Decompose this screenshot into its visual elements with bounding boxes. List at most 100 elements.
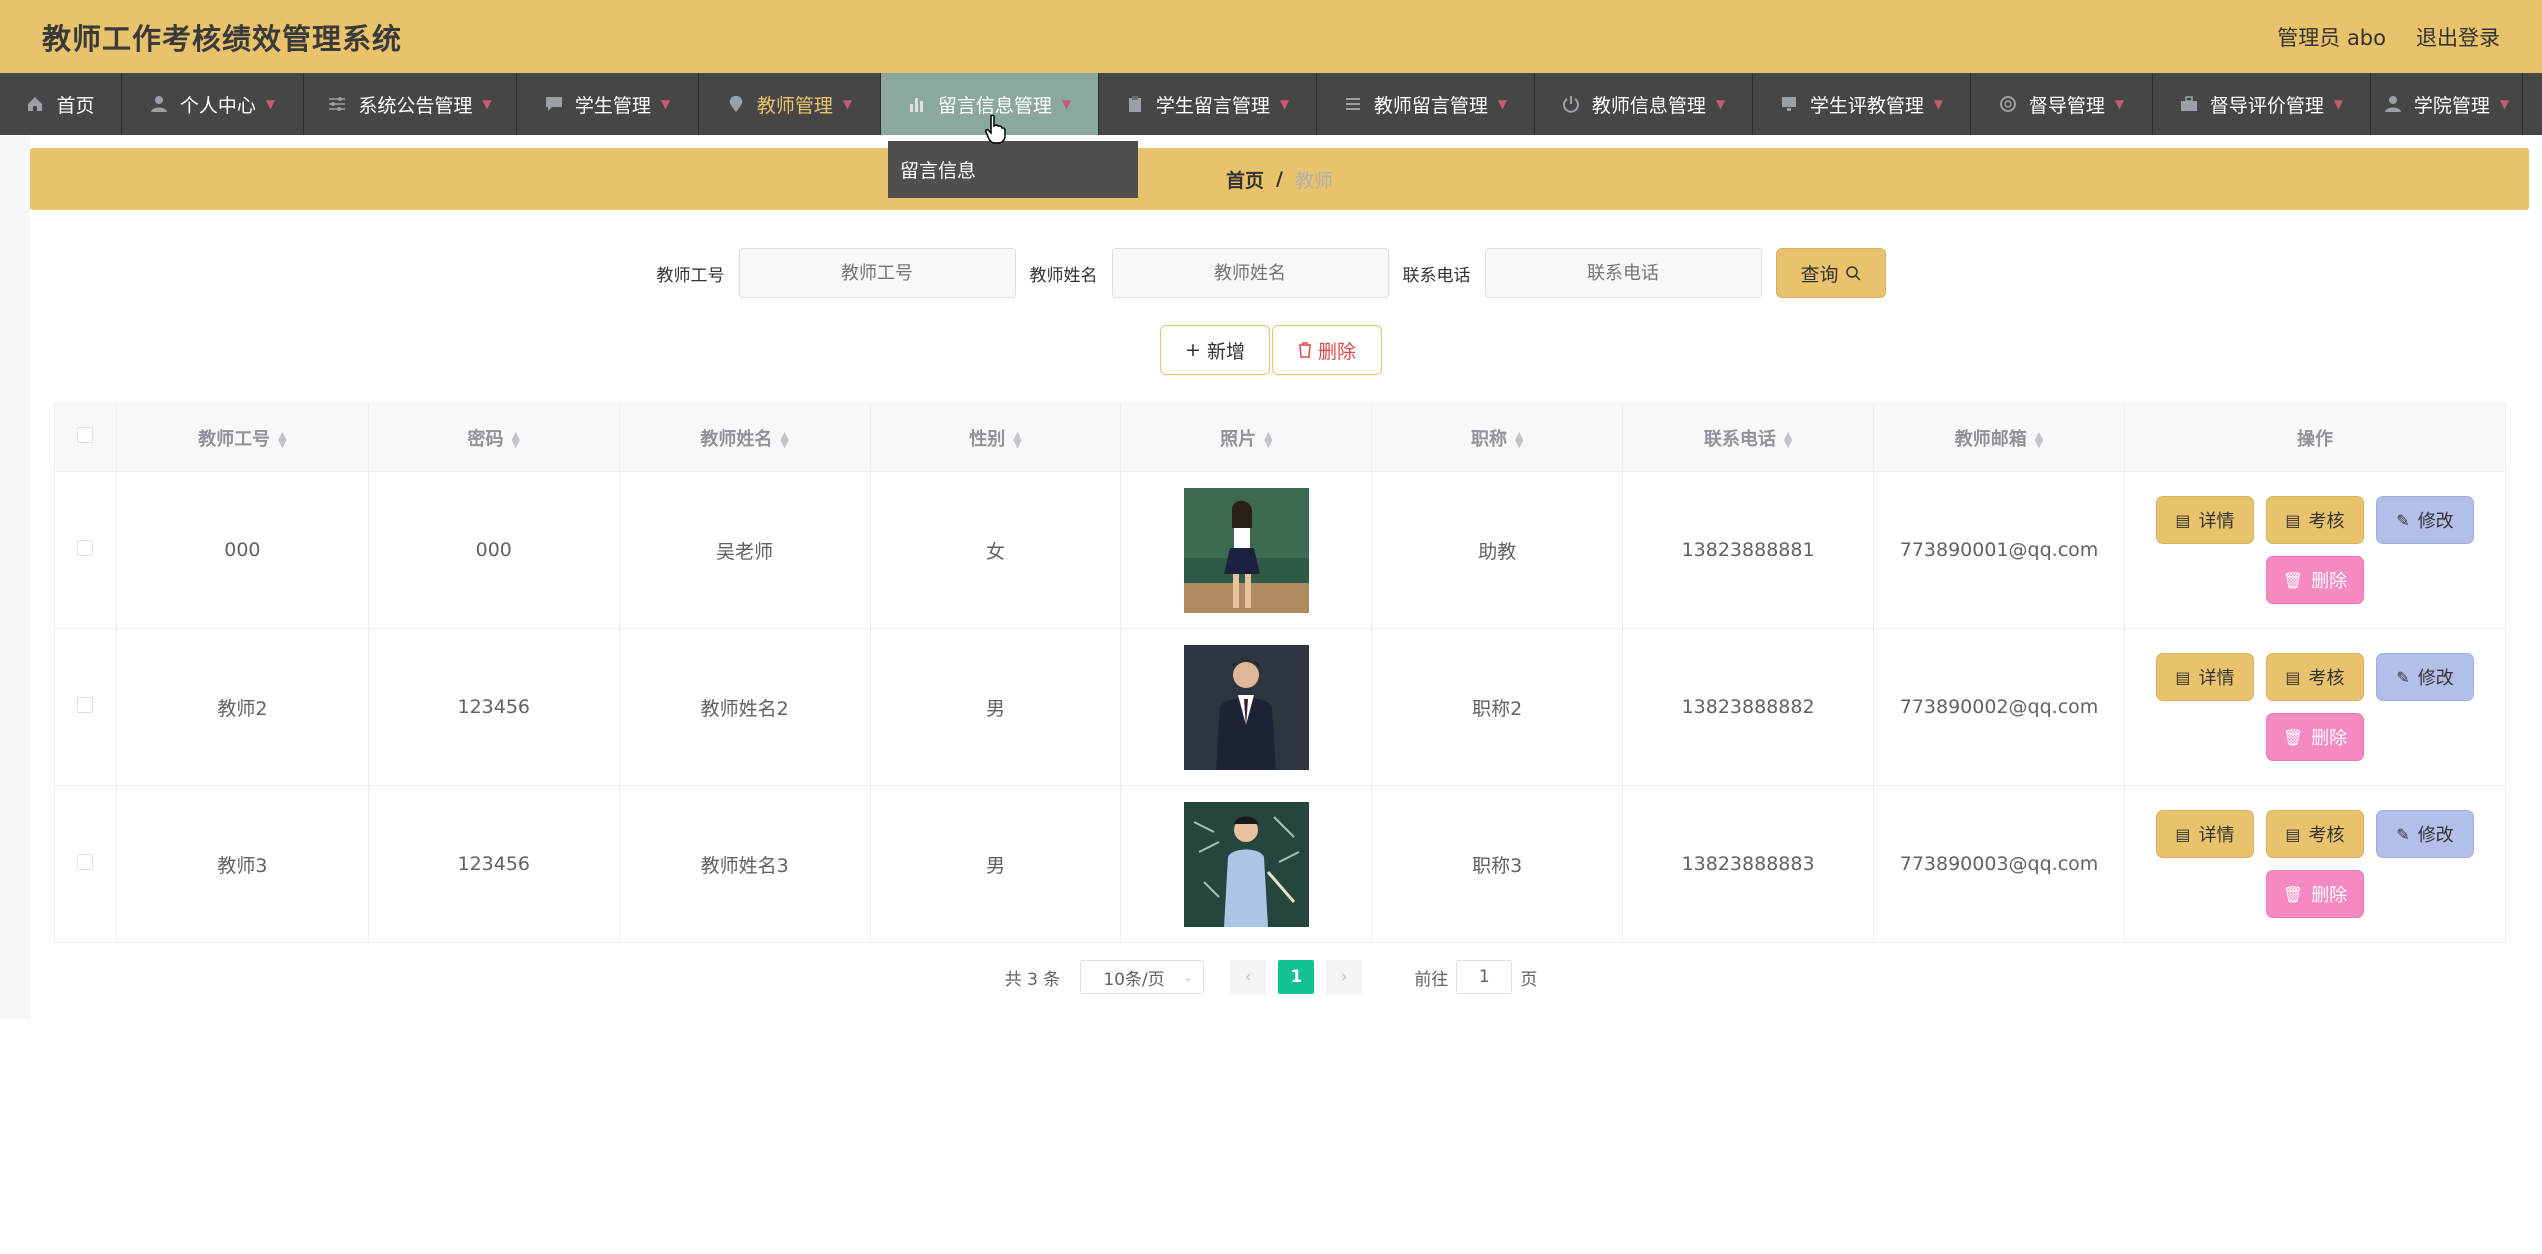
row-checkbox[interactable]	[77, 697, 94, 713]
teacher-photo[interactable]	[1183, 644, 1309, 770]
chevron-down-icon: ▼	[2333, 97, 2344, 111]
nav-item-teacher[interactable]: 教师管理 ▼	[699, 73, 881, 135]
nav-item-teacher-info[interactable]: 教师信息管理 ▼	[1535, 73, 1753, 135]
column-header-title[interactable]: 职称 ▲ ▼	[1371, 403, 1624, 472]
sort-icon[interactable]: ▲ ▼	[1784, 430, 1792, 449]
chevron-down-icon: ▼	[660, 97, 671, 111]
chevron-down-icon: ▼	[1497, 97, 1508, 111]
nav-item-announcement[interactable]: 系统公告管理 ▼	[304, 73, 517, 135]
nav-item-college[interactable]: 学院管理 ▼	[2371, 73, 2523, 135]
nav-item-supervisor[interactable]: 督导管理 ▼	[1971, 73, 2153, 135]
column-header-gender[interactable]: 性别 ▲ ▼	[869, 403, 1122, 472]
sort-icon[interactable]: ▲ ▼	[278, 430, 286, 449]
select-all-cell[interactable]	[54, 403, 117, 472]
sort-icon[interactable]: ▲ ▼	[780, 430, 788, 449]
search-button[interactable]: 查询	[1775, 248, 1886, 298]
add-button[interactable]: + 新增	[1160, 325, 1270, 375]
row-select-cell[interactable]	[54, 471, 117, 629]
edit-button[interactable]: ✎ 修改	[2375, 810, 2474, 858]
edit-button[interactable]: ✎ 修改	[2375, 496, 2474, 544]
column-header-phone[interactable]: 联系电话 ▲ ▼	[1622, 403, 1875, 472]
next-page-button[interactable]: ›	[1326, 960, 1363, 994]
column-header-photo[interactable]: 照片 ▲ ▼	[1120, 403, 1373, 472]
row-select-cell[interactable]	[54, 628, 117, 786]
select-all-checkbox[interactable]	[77, 427, 94, 443]
prev-page-button[interactable]: ‹	[1230, 960, 1267, 994]
review-button[interactable]: ▤ 考核	[2265, 810, 2364, 858]
teacher-photo[interactable]	[1183, 487, 1309, 613]
batch-delete-button[interactable]: 删除	[1272, 325, 1382, 375]
cell-gender: 男	[869, 628, 1122, 786]
teacher-name-input[interactable]	[1111, 248, 1389, 298]
delete-button[interactable]: 🗑 删除	[2265, 713, 2364, 761]
breadcrumb-home[interactable]: 首页	[1226, 166, 1264, 193]
document-icon: ▤	[2285, 667, 2301, 687]
detail-button[interactable]: ▤ 详情	[2155, 810, 2254, 858]
chevron-down-icon: ▼	[2114, 97, 2125, 111]
review-button[interactable]: ▤ 考核	[2265, 496, 2364, 544]
chevron-down-icon: ▼	[2499, 97, 2510, 111]
delete-button[interactable]: 🗑 删除	[2265, 870, 2364, 918]
sort-icon[interactable]: ▲ ▼	[512, 430, 520, 449]
dropdown-item-message-info[interactable]: 留言信息	[900, 156, 976, 183]
row-checkbox[interactable]	[77, 540, 94, 556]
trash-icon: 🗑	[2282, 884, 2304, 904]
sliders-icon	[328, 95, 346, 113]
cell-teacher-id: 000	[115, 471, 369, 629]
nav-item-student-message[interactable]: 学生留言管理 ▼	[1099, 73, 1317, 135]
phone-input[interactable]	[1484, 248, 1762, 298]
column-label: 密码	[467, 428, 504, 450]
detail-label: 详情	[2198, 668, 2235, 689]
app-header: 教师工作考核绩效管理系统 管理员 abo 退出登录	[0, 0, 2542, 73]
delete-label: 删除	[2311, 571, 2348, 592]
cell-password: 000	[367, 471, 620, 629]
teacher-photo[interactable]	[1183, 801, 1309, 927]
row-checkbox[interactable]	[77, 854, 94, 870]
nav-item-teacher-message[interactable]: 教师留言管理 ▼	[1317, 73, 1535, 135]
nav-item-student-evaluation[interactable]: 学生评教管理 ▼	[1753, 73, 1971, 135]
row-select-cell[interactable]	[54, 785, 117, 943]
goto-prefix: 前往	[1414, 969, 1449, 990]
chevron-down-icon: ⌄	[1183, 970, 1194, 984]
sort-icon[interactable]: ▲ ▼	[2035, 430, 2043, 449]
nav-item-supervisor-evaluation[interactable]: 督导评价管理 ▼	[2153, 73, 2371, 135]
delete-button[interactable]: 🗑 删除	[2265, 556, 2364, 604]
nav-item-home[interactable]: 首页	[0, 73, 122, 135]
search-label-phone: 联系电话	[1402, 265, 1471, 286]
cell-title: 职称2	[1371, 628, 1624, 786]
nav-item-label: 教师管理	[756, 94, 833, 117]
sort-icon[interactable]: ▲ ▼	[1515, 430, 1523, 449]
sort-icon[interactable]: ▲ ▼	[1264, 430, 1272, 449]
nav-dropdown-message-info[interactable]: 留言信息	[888, 141, 1138, 198]
nav-item-label: 个人中心	[179, 94, 256, 117]
column-header-teacher-name[interactable]: 教师姓名 ▲ ▼	[618, 403, 871, 472]
cell-email: 773890001@qq.com	[1873, 471, 2125, 629]
detail-button[interactable]: ▤ 详情	[2155, 653, 2254, 701]
edit-button[interactable]: ✎ 修改	[2375, 653, 2474, 701]
nav-item-student[interactable]: 学生管理 ▼	[517, 73, 699, 135]
page-size-select[interactable]: 10条/页 ⌄	[1080, 960, 1205, 994]
teacher-id-input[interactable]	[738, 248, 1016, 298]
nav-item-personal-center[interactable]: 个人中心 ▼	[122, 73, 304, 135]
review-button[interactable]: ▤ 考核	[2265, 653, 2364, 701]
cell-title: 职称3	[1371, 785, 1624, 943]
column-label: 教师邮箱	[1954, 428, 2027, 450]
detail-button[interactable]: ▤ 详情	[2155, 496, 2254, 544]
delete-label: 删除	[2311, 728, 2348, 749]
nav-item-label: 学生评教管理	[1809, 94, 1924, 117]
column-label: 教师姓名	[700, 428, 773, 450]
chevron-down-icon: ▼	[1061, 97, 1072, 111]
column-header-teacher-id[interactable]: 教师工号 ▲ ▼	[115, 403, 369, 472]
batch-delete-label: 删除	[1317, 340, 1356, 363]
logout-link[interactable]: 退出登录	[2416, 22, 2500, 52]
sort-icon[interactable]: ▲ ▼	[1013, 430, 1021, 449]
column-header-password[interactable]: 密码 ▲ ▼	[367, 403, 620, 472]
total-count: 共 3 条	[1004, 969, 1061, 990]
goto-page-input[interactable]	[1456, 960, 1513, 994]
column-label: 职称	[1470, 428, 1507, 450]
page-number-current[interactable]: 1	[1278, 960, 1315, 994]
top-nav: 首页 个人中心 ▼ 系统公告管理 ▼ 学生管理 ▼ 教师管理 ▼ 留言信息管理 …	[0, 73, 2542, 135]
cell-actions: ▤ 详情 ▤ 考核 ✎ 修改 🗑 删除	[2123, 785, 2507, 943]
suitcase-icon	[2180, 95, 2198, 113]
column-header-email[interactable]: 教师邮箱 ▲ ▼	[1873, 403, 2125, 472]
